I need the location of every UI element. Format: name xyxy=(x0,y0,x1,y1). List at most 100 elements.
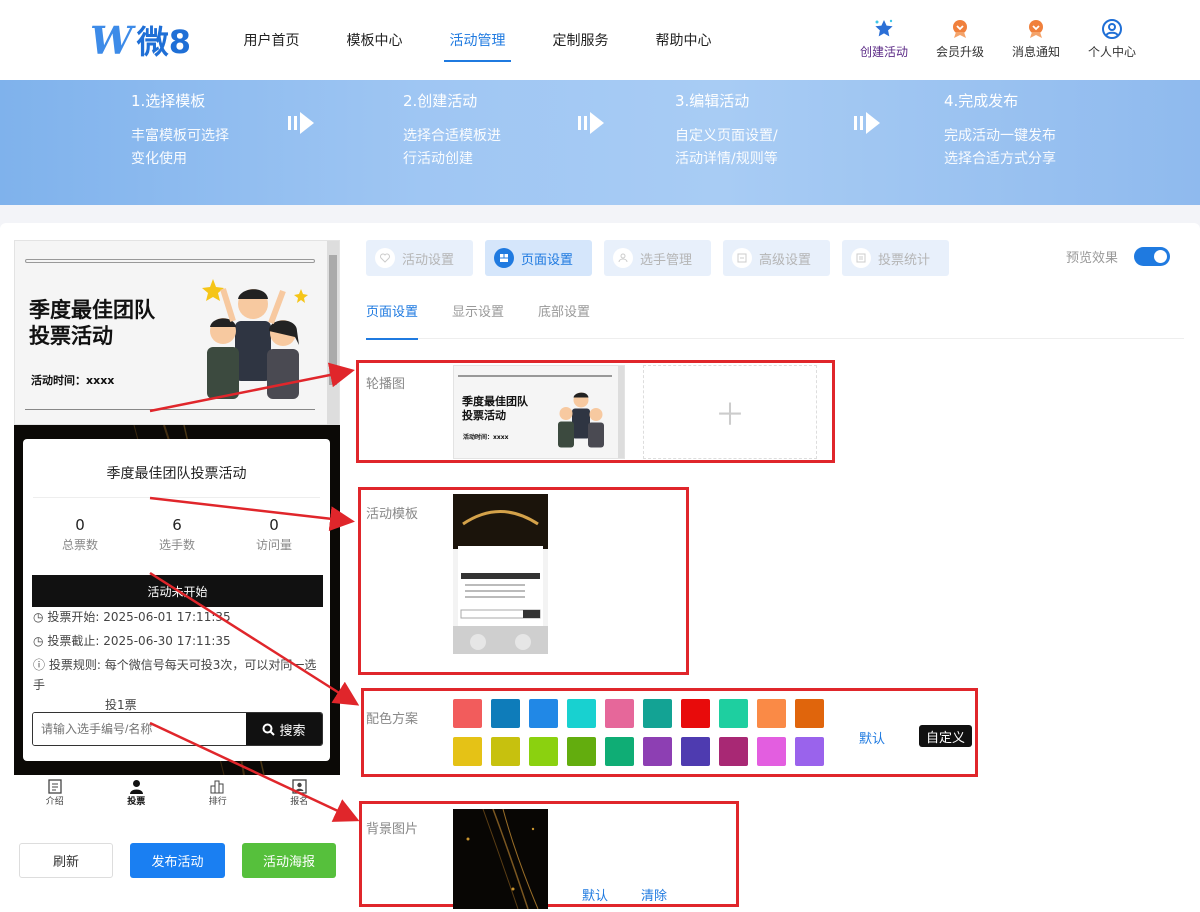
stat-value: 0 xyxy=(269,516,279,534)
background-clear-button[interactable]: 清除 xyxy=(641,885,667,904)
tab-page-settings[interactable]: 页面设置 xyxy=(485,240,592,276)
color-swatch[interactable] xyxy=(491,699,520,728)
layout-icon xyxy=(494,248,514,268)
tabbar-signup[interactable]: 报名 xyxy=(259,775,341,815)
color-swatch[interactable] xyxy=(491,737,520,766)
color-swatch[interactable] xyxy=(643,699,672,728)
color-swatch[interactable] xyxy=(681,699,710,728)
stat-visits: 0 访问量 xyxy=(234,516,314,553)
activity-poster-button[interactable]: 活动海报 xyxy=(242,843,336,878)
nav-help[interactable]: 帮助中心 xyxy=(632,0,735,80)
color-custom-button[interactable]: 自定义 xyxy=(919,725,972,747)
step-desc: 选择合适模板进 xyxy=(403,128,501,144)
tabbar-vote[interactable]: 投票 xyxy=(96,775,178,815)
golden-streaks-image xyxy=(466,809,539,909)
search-icon xyxy=(262,723,276,736)
color-swatch[interactable] xyxy=(643,737,672,766)
statistics-icon xyxy=(851,248,871,268)
color-scheme-label: 配色方案 xyxy=(366,712,419,727)
color-default-button[interactable]: 默认 xyxy=(859,728,885,747)
phone-tabbar: 介绍 投票 排行 报名 xyxy=(14,775,340,815)
activity-status-button[interactable]: 活动未开始 xyxy=(32,575,323,607)
background-image-thumbnail[interactable] xyxy=(453,809,548,909)
tabbar-ranking[interactable]: 排行 xyxy=(177,775,259,815)
tab-advanced-settings[interactable]: 高级设置 xyxy=(723,240,830,276)
step-desc: 活动详情/规则等 xyxy=(675,151,778,167)
subtab-footer-settings[interactable]: 底部设置 xyxy=(538,301,590,339)
color-swatch[interactable] xyxy=(719,737,748,766)
add-carousel-image-button[interactable]: ＋ xyxy=(643,365,817,459)
nav-home[interactable]: 用户首页 xyxy=(220,0,323,80)
main-nav: 用户首页 模板中心 活动管理 定制服务 帮助中心 xyxy=(220,0,735,80)
document-icon xyxy=(48,779,62,794)
scrollbar-thumb[interactable] xyxy=(329,255,337,385)
info-value: 2025-06-01 17:11:35 xyxy=(103,610,231,624)
clock-icon: ◷ xyxy=(33,634,44,648)
color-swatch[interactable] xyxy=(757,699,786,728)
tab-contestant-management[interactable]: 选手管理 xyxy=(604,240,711,276)
color-swatch[interactable] xyxy=(795,737,824,766)
create-activity-label: 创建活动 xyxy=(859,45,908,59)
personal-center-button[interactable]: 个人中心 xyxy=(1084,18,1140,60)
color-swatch[interactable] xyxy=(605,699,634,728)
tab-label: 活动设置 xyxy=(402,252,455,268)
subtab-page-settings[interactable]: 页面设置 xyxy=(366,301,419,340)
contestant-search: 搜索 xyxy=(32,712,323,746)
color-swatch[interactable] xyxy=(567,737,596,766)
tabbar-intro[interactable]: 介绍 xyxy=(14,775,96,815)
stat-label: 访问量 xyxy=(255,538,292,552)
nav-activity-management[interactable]: 活动管理 xyxy=(426,0,529,80)
color-swatch[interactable] xyxy=(719,699,748,728)
divider xyxy=(33,497,320,498)
banner-decor-bar xyxy=(25,259,315,263)
tab-activity-settings[interactable]: 活动设置 xyxy=(366,240,473,276)
color-swatch[interactable] xyxy=(453,737,482,766)
activity-template-thumbnail[interactable] xyxy=(453,494,548,665)
nav-templates[interactable]: 模板中心 xyxy=(323,0,426,80)
arrow-right-icon xyxy=(854,112,880,134)
step-title: 3.编辑活动 xyxy=(675,92,750,110)
publish-activity-button[interactable]: 发布活动 xyxy=(130,843,225,878)
step-title: 4.完成发布 xyxy=(944,92,1019,110)
color-swatch[interactable] xyxy=(605,737,634,766)
refresh-button[interactable]: 刷新 xyxy=(19,843,113,878)
user-icon xyxy=(1101,18,1123,40)
banner-scrollbar[interactable] xyxy=(327,241,339,426)
logo-text: 微8 xyxy=(136,23,191,61)
notifications-button[interactable]: 消息通知 xyxy=(1008,18,1064,60)
preview-switch[interactable] xyxy=(1134,247,1171,266)
search-input[interactable] xyxy=(33,713,246,745)
color-swatch[interactable] xyxy=(795,699,824,728)
thumb-time: 活动时间：xxxx xyxy=(463,434,509,441)
color-swatch[interactable] xyxy=(453,699,482,728)
person-icon xyxy=(613,248,633,268)
search-button[interactable]: 搜索 xyxy=(246,713,322,745)
subtab-display-settings[interactable]: 显示设置 xyxy=(452,301,504,339)
step-desc: 丰富模板可选择 xyxy=(131,128,229,144)
banner-title: 季度最佳团队 投票活动 xyxy=(29,297,155,349)
color-swatch[interactable] xyxy=(529,737,558,766)
step-desc: 完成活动一键发布 xyxy=(944,128,1056,144)
logo[interactable]: W 微8 xyxy=(90,18,191,63)
arrow-right-icon xyxy=(578,112,604,134)
create-activity-button[interactable]: 创建活动 xyxy=(856,18,912,60)
step-desc: 自定义页面设置/ xyxy=(675,128,778,144)
color-swatch[interactable] xyxy=(681,737,710,766)
color-swatch[interactable] xyxy=(529,699,558,728)
tabbar-label: 介绍 xyxy=(45,797,64,807)
badge-icon xyxy=(292,779,307,794)
team-celebration-illustration xyxy=(202,279,308,399)
top-actions: 创建活动 会员升级 消息通知 个人中心 xyxy=(856,18,1140,60)
color-swatch[interactable] xyxy=(757,737,786,766)
tab-vote-statistics[interactable]: 投票统计 xyxy=(842,240,949,276)
background-default-button[interactable]: 默认 xyxy=(582,885,608,904)
team-celebration-illustration xyxy=(558,392,604,448)
nav-custom-service[interactable]: 定制服务 xyxy=(529,0,632,80)
color-swatch[interactable] xyxy=(567,699,596,728)
carousel-image-thumbnail[interactable]: 季度最佳团队 投票活动 活动时间：xxxx xyxy=(453,365,625,459)
member-upgrade-button[interactable]: 会员升级 xyxy=(932,18,988,60)
carousel-label: 轮播图 xyxy=(366,377,406,392)
star-icon xyxy=(873,18,895,40)
tab-label: 高级设置 xyxy=(759,252,812,268)
tabbar-label: 报名 xyxy=(290,797,309,807)
